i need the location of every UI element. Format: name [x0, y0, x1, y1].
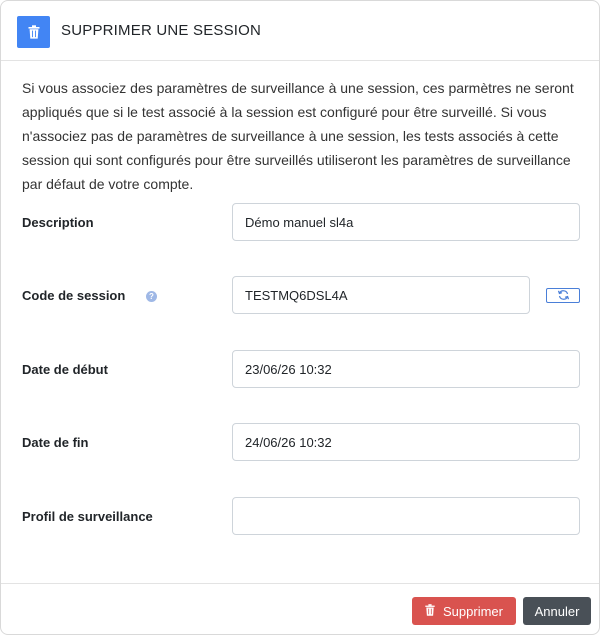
modal-header: SUPPRIMER UNE SESSION: [1, 1, 599, 61]
start-date-input[interactable]: [232, 350, 580, 388]
session-code-input[interactable]: [232, 276, 530, 314]
delete-button[interactable]: Supprimer: [412, 597, 516, 625]
refresh-icon: [557, 287, 570, 305]
end-date-input[interactable]: [232, 423, 580, 461]
info-text: Si vous associez des paramètres de surve…: [22, 80, 574, 192]
session-code-label: Code de session: [22, 288, 126, 303]
end-date-label: Date de fin: [22, 435, 89, 450]
trash-icon: [425, 603, 435, 619]
description-label: Description: [22, 215, 94, 230]
proctoring-profile-label: Profil de surveillance: [22, 509, 153, 524]
start-date-label: Date de début: [22, 362, 108, 377]
delete-button-label: Supprimer: [443, 603, 503, 619]
description-input[interactable]: [232, 203, 580, 241]
trash-icon: [17, 16, 50, 48]
modal-footer: Supprimer Annuler: [1, 583, 599, 634]
help-icon[interactable]: ?: [146, 291, 157, 302]
delete-session-modal: SUPPRIMER UNE SESSION Si vous associez d…: [0, 0, 600, 635]
refresh-code-button[interactable]: [546, 288, 580, 303]
cancel-button[interactable]: Annuler: [523, 597, 591, 625]
proctoring-profile-input[interactable]: [232, 497, 580, 535]
modal-title: SUPPRIMER UNE SESSION: [61, 22, 262, 39]
